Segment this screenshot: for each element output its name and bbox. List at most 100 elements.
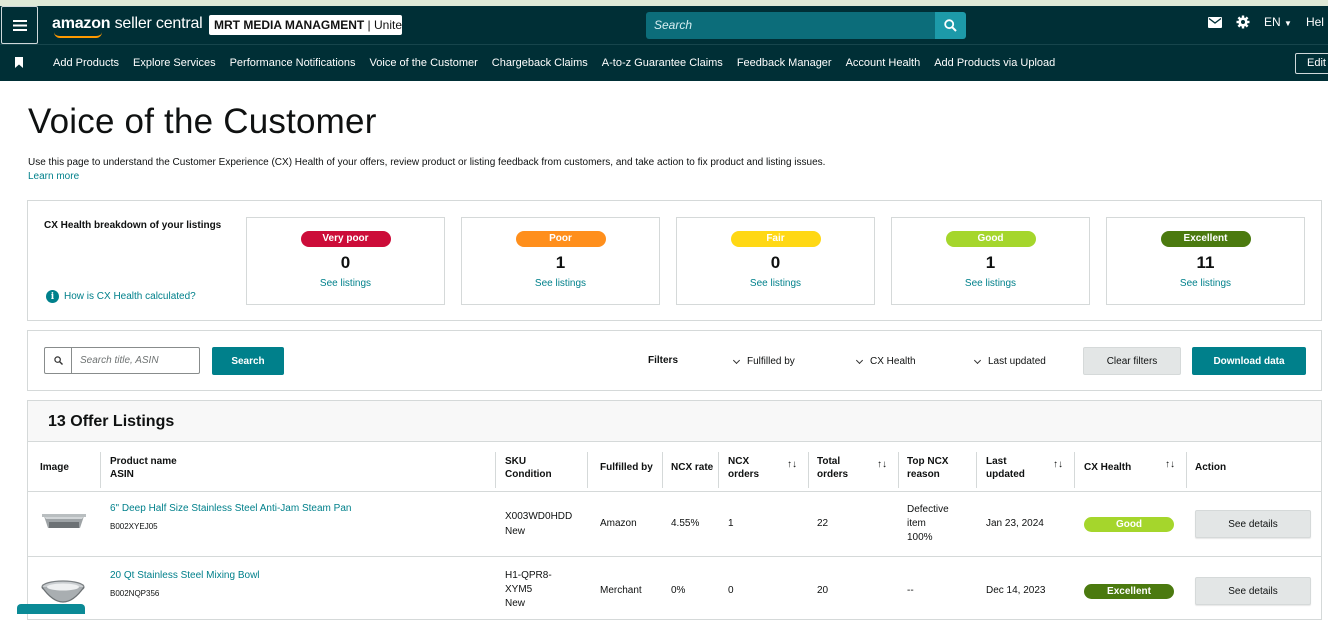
product-sku: X003WD0HDD xyxy=(505,511,573,522)
product-name-link[interactable]: 6" Deep Half Size Stainless Steel Anti-J… xyxy=(110,502,351,516)
last-updated-dropdown[interactable]: Last updated xyxy=(973,356,1046,367)
column-divider xyxy=(587,452,588,488)
mixing-bowl-thumbnail xyxy=(41,580,85,603)
global-search-input[interactable]: Search xyxy=(646,12,935,39)
product-condition: New xyxy=(505,598,526,609)
hamburger-menu-icon[interactable] xyxy=(1,6,38,44)
nav-item-chargeback-claims[interactable]: Chargeback Claims xyxy=(485,57,595,69)
sort-ncx-orders-icon[interactable]: ↑↓ xyxy=(787,459,797,470)
global-search: Search xyxy=(646,12,966,39)
health-pill-fair: Fair xyxy=(730,231,821,247)
language-selector[interactable]: EN ▼ xyxy=(1264,15,1292,29)
learn-more-link[interactable]: Learn more xyxy=(28,171,79,182)
edit-nav-button[interactable]: Edit xyxy=(1295,53,1328,74)
row-divider xyxy=(28,491,1321,492)
nav-item-account-health[interactable]: Account Health xyxy=(839,57,928,69)
search-icon xyxy=(45,348,72,373)
listing-search-field[interactable]: Search title, ASIN xyxy=(44,347,200,374)
listings-heading: 13 Offer Listings xyxy=(28,401,1321,442)
filters-label: Filters xyxy=(648,355,679,366)
column-divider xyxy=(808,452,809,488)
health-count-poor: 1 xyxy=(555,253,566,272)
nav-item-feedback-manager[interactable]: Feedback Manager xyxy=(730,57,839,69)
col-header-ncx-orders: NCX orders xyxy=(728,455,759,481)
health-pill-good: Good xyxy=(945,231,1036,247)
product-top-ncx-reason: -- xyxy=(907,585,914,596)
last-updated-label: Last updated xyxy=(988,356,1046,367)
account-name: MRT MEDIA MANAGMENT xyxy=(214,18,365,32)
offer-listings-table: 13 Offer Listings Image Product name ASIN… xyxy=(27,400,1322,620)
nav-item-performance-notifications[interactable]: Performance Notifications xyxy=(223,57,363,69)
col-total-orders-line1: Total xyxy=(817,456,841,467)
chat-widget-tab[interactable] xyxy=(17,604,85,614)
health-card-fair: Fair 0 See listings xyxy=(676,217,875,305)
health-pill-very-poor: Very poor xyxy=(300,231,391,247)
nav-item-voice-of-the-customer[interactable]: Voice of the Customer xyxy=(363,57,485,69)
breakdown-title: CX Health breakdown of your listings xyxy=(44,220,222,231)
health-card-good: Good 1 See listings xyxy=(891,217,1090,305)
clear-filters-button[interactable]: Clear filters xyxy=(1083,347,1181,375)
see-details-button[interactable]: See details xyxy=(1195,577,1311,605)
product-ncx-rate: 0% xyxy=(671,585,686,596)
bookmark-icon[interactable] xyxy=(15,57,23,68)
caret-down-icon: ▼ xyxy=(1284,19,1292,28)
sort-last-updated-icon[interactable]: ↑↓ xyxy=(1053,459,1063,470)
see-details-button[interactable]: See details xyxy=(1195,510,1311,538)
col-ncx-orders-line2: orders xyxy=(728,469,760,480)
nav-links: Add Products Explore Services Performanc… xyxy=(46,57,1062,69)
col-top-ncx-line1: Top NCX xyxy=(907,456,949,467)
top-bar: amazon seller central MRT MEDIA MANAGMEN… xyxy=(0,6,1328,44)
top-ncx-reason-line1: Defective xyxy=(907,504,949,515)
global-search-button[interactable] xyxy=(935,12,966,39)
nav-bar: Add Products Explore Services Performanc… xyxy=(0,44,1328,81)
col-condition: Condition xyxy=(505,469,552,480)
product-asin: B002XYEJ05 xyxy=(110,522,158,531)
column-divider xyxy=(1186,452,1187,488)
health-pill-poor: Poor xyxy=(515,231,606,247)
column-divider xyxy=(1074,452,1075,488)
cx-health-dropdown[interactable]: CX Health xyxy=(855,356,916,367)
account-switcher[interactable]: MRT MEDIA MANAGMENT | Unite... xyxy=(209,15,402,35)
col-asin: ASIN xyxy=(110,469,134,480)
search-button[interactable]: Search xyxy=(212,347,284,375)
product-name-link[interactable]: 20 Qt Stainless Steel Mixing Bowl xyxy=(110,569,260,583)
column-divider xyxy=(718,452,719,488)
product-fulfilled-by: Merchant xyxy=(600,585,642,596)
product-condition: New xyxy=(505,526,526,537)
logo-seller-central-text: seller central xyxy=(110,15,203,32)
gear-icon[interactable] xyxy=(1236,15,1250,29)
sort-total-orders-icon[interactable]: ↑↓ xyxy=(877,459,887,470)
fulfilled-by-label: Fulfilled by xyxy=(747,356,795,367)
listing-search-input[interactable]: Search title, ASIN xyxy=(72,348,167,373)
product-sku: H1-QPR8- XYM5 New xyxy=(505,569,552,611)
cx-health-label: CX Health xyxy=(870,356,916,367)
help-link[interactable]: Hel xyxy=(1306,15,1324,29)
see-listings-poor[interactable]: See listings xyxy=(462,278,659,289)
row-divider xyxy=(28,556,1321,557)
see-listings-good[interactable]: See listings xyxy=(892,278,1089,289)
col-header-sku: SKU Condition xyxy=(505,455,552,481)
product-sku-line2: XYM5 xyxy=(505,584,533,595)
seller-central-logo[interactable]: amazon seller central xyxy=(52,15,203,38)
nav-item-add-products-upload[interactable]: Add Products via Upload xyxy=(927,57,1062,69)
col-sku: SKU xyxy=(505,456,527,467)
col-header-action: Action xyxy=(1195,462,1227,473)
cx-health-help-link[interactable]: i How is CX Health calculated? xyxy=(46,290,196,303)
see-listings-very-poor[interactable]: See listings xyxy=(247,278,444,289)
cx-health-help-text: How is CX Health calculated? xyxy=(64,291,196,302)
product-ncx-orders: 0 xyxy=(728,585,734,596)
fulfilled-by-dropdown[interactable]: Fulfilled by xyxy=(732,356,795,367)
see-listings-excellent[interactable]: See listings xyxy=(1107,278,1304,289)
download-data-button[interactable]: Download data xyxy=(1192,347,1306,375)
column-divider xyxy=(495,452,496,488)
health-count-good: 1 xyxy=(985,253,996,272)
nav-item-add-products[interactable]: Add Products xyxy=(46,57,126,69)
column-divider xyxy=(976,452,977,488)
page-intro: Use this page to understand the Customer… xyxy=(28,157,826,168)
nav-item-a-to-z-claims[interactable]: A-to-z Guarantee Claims xyxy=(595,57,730,69)
see-listings-fair[interactable]: See listings xyxy=(677,278,874,289)
mail-icon[interactable] xyxy=(1208,16,1222,28)
sort-cx-health-icon[interactable]: ↑↓ xyxy=(1165,459,1175,470)
product-last-updated: Dec 14, 2023 xyxy=(986,585,1046,596)
nav-item-explore-services[interactable]: Explore Services xyxy=(126,57,223,69)
